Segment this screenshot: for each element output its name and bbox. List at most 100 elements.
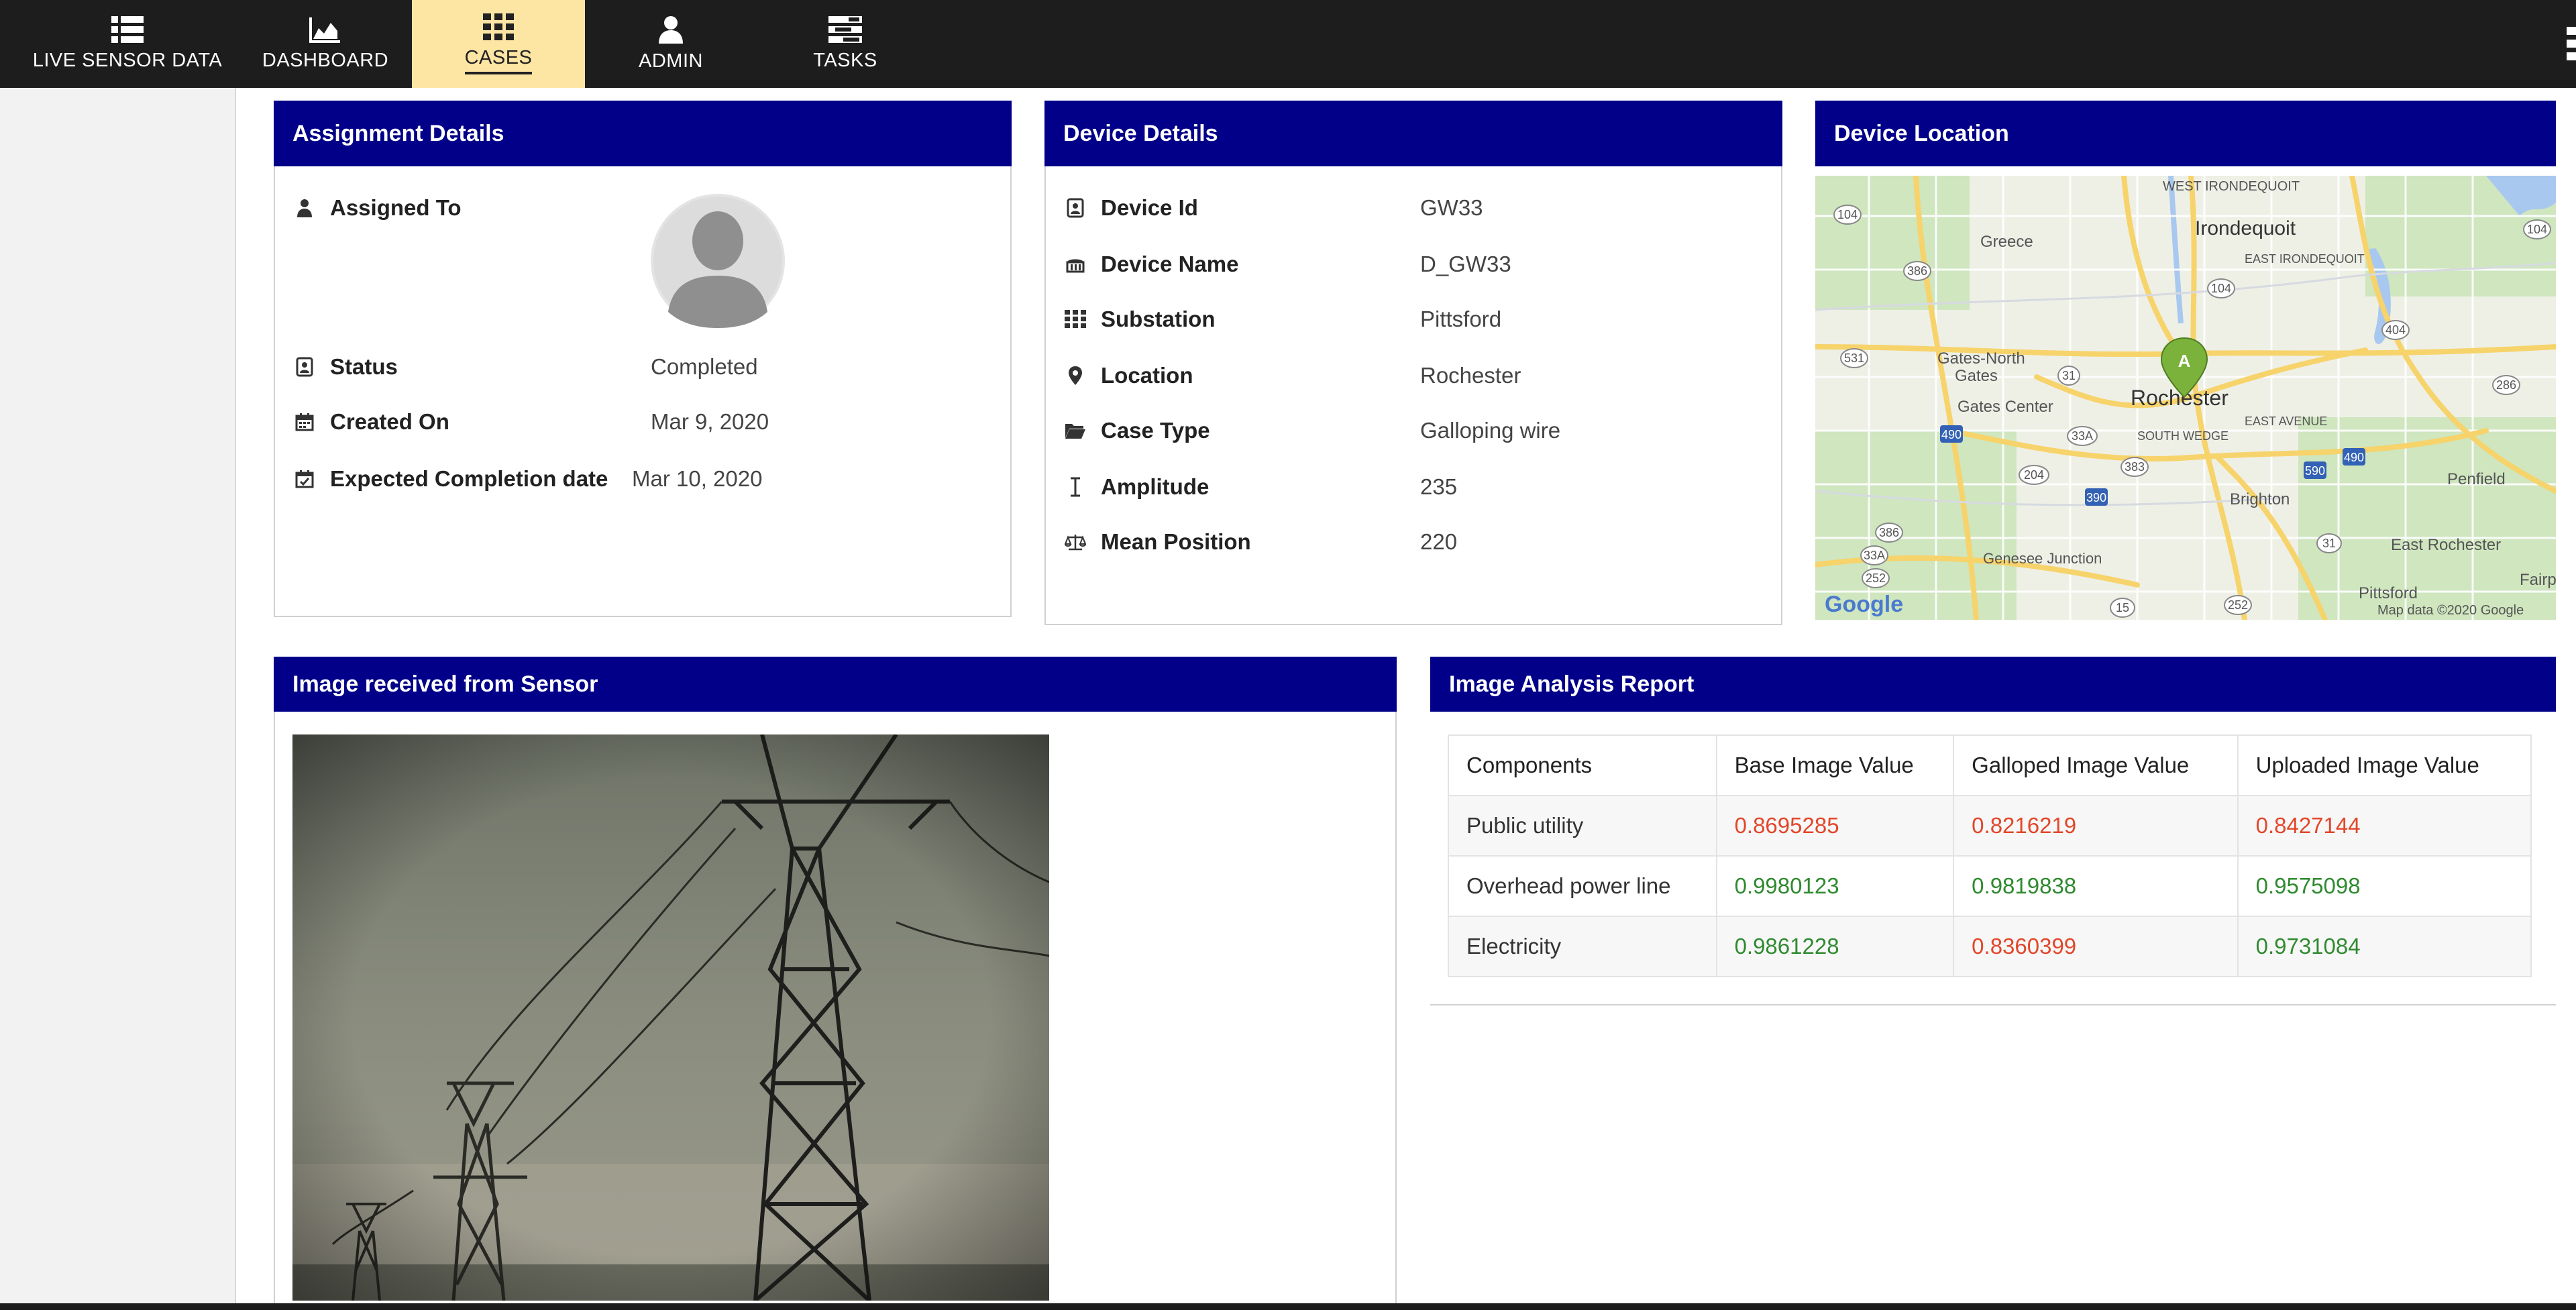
map-shield: 490 [2344, 451, 2364, 464]
calendar-icon [294, 411, 315, 433]
nav-cases[interactable]: CASES [412, 0, 585, 88]
nav-admin[interactable]: ADMIN [604, 0, 738, 88]
nav-live-sensor-data[interactable]: LIVE SENSOR DATA [27, 0, 228, 88]
substation-value: Pittsford [1420, 307, 1502, 331]
panel-title: Assignment Details [274, 101, 1012, 166]
map-attribution: Map data ©2020 Google [2377, 603, 2524, 618]
column-header: Galloped Image Value [1953, 734, 2239, 796]
area-chart-icon [309, 17, 340, 43]
table-row: Electricity 0.9861228 0.8360399 0.973108… [1448, 916, 2532, 977]
table-header-row: Components Base Image Value Galloped Ima… [1448, 734, 2532, 796]
map-label: WEST IRONDEQUOIT [2163, 179, 2300, 194]
map-shield: 386 [1879, 526, 1899, 539]
balance-icon [1065, 531, 1086, 553]
base-image-value: 0.8695285 [1715, 795, 1955, 857]
device-name-label: Device Name [1101, 252, 1239, 276]
panel-title: Image received from Sensor [274, 657, 1397, 712]
map-shield: 252 [1866, 571, 1886, 585]
map-label: Greece [1980, 233, 2033, 251]
map-shield: 33A [2072, 429, 2093, 443]
calendar-check-icon [294, 468, 315, 490]
galloped-image-value: 0.8360399 [1953, 916, 2239, 977]
created-on-value: Mar 9, 2020 [651, 409, 769, 434]
table-row: Public utility 0.8695285 0.8216219 0.842… [1448, 795, 2532, 857]
nav-label: LIVE SENSOR DATA [32, 50, 223, 71]
amplitude-icon [1065, 476, 1086, 498]
panel-title: Device Location [1815, 101, 2556, 166]
device-icon [1065, 254, 1086, 275]
map-shield: 204 [2024, 468, 2044, 482]
location-value: Rochester [1420, 363, 1521, 388]
map-label: East Rochester [2391, 536, 2501, 554]
amplitude-value: 235 [1420, 474, 1458, 499]
created-on-row: Created On Mar 9, 2020 [275, 402, 1010, 442]
case-type-label: Case Type [1101, 418, 1210, 443]
sensor-image-panel: Image received from Sensor [274, 657, 1397, 1310]
list-icon [111, 16, 144, 43]
google-logo: Google [1825, 592, 1903, 617]
map-shield: 15 [2116, 601, 2129, 614]
map-shield: 404 [2385, 323, 2406, 337]
location-label: Location [1101, 363, 1193, 388]
map-shield: 104 [2527, 223, 2547, 236]
nav-dashboard[interactable]: DASHBOARD [255, 0, 396, 88]
map-label: EAST IRONDEQUOIT [2245, 252, 2365, 266]
uploaded-image-value: 0.9731084 [2237, 916, 2532, 977]
substation-row: Substation Pittsford [1046, 299, 1781, 339]
folder-icon [1065, 420, 1086, 441]
component-name: Public utility [1448, 795, 1717, 857]
device-id-row: Device Id GW33 [1046, 188, 1781, 228]
map-shield: 104 [2211, 282, 2231, 295]
map-pin-icon [1065, 365, 1086, 386]
table-row: Overhead power line 0.9980123 0.9819838 … [1448, 855, 2532, 917]
map-shield: 31 [2322, 537, 2336, 550]
panel-title: Image Analysis Report [1430, 657, 2556, 712]
map-label: SOUTH WEDGE [2137, 429, 2229, 443]
map-shield: 104 [1837, 208, 1858, 221]
nav-tasks[interactable]: TASKS [778, 0, 912, 88]
map-shield: 33A [1864, 549, 1885, 562]
grid-icon [483, 13, 514, 40]
map-shield: 31 [2062, 369, 2076, 382]
device-location-panel: Device Location [1815, 101, 2556, 166]
left-sidebar [0, 88, 236, 1310]
device-location-map[interactable]: 104 104 386 104 404 531 31 286 490 33A 5… [1815, 176, 2556, 620]
galloped-image-value: 0.8216219 [1953, 795, 2239, 857]
nav-label: ADMIN [639, 50, 703, 72]
map-label: Irondequoit [2195, 217, 2296, 239]
uploaded-image-value: 0.9575098 [2237, 855, 2532, 917]
sensor-image [292, 734, 1049, 1301]
more-menu-icon[interactable] [2561, 27, 2576, 60]
status-label: Status [330, 354, 398, 379]
grid-icon [1065, 309, 1086, 330]
assigned-to-label: Assigned To [330, 195, 462, 220]
nav-label: TASKS [813, 50, 877, 71]
device-name-value: D_GW33 [1420, 252, 1511, 276]
component-name: Electricity [1448, 916, 1717, 977]
column-header: Components [1448, 734, 1717, 796]
map-shield: 383 [2125, 460, 2145, 474]
created-on-label: Created On [330, 409, 449, 434]
mean-position-value: 220 [1420, 529, 1458, 554]
expected-completion-value: Mar 10, 2020 [632, 466, 763, 491]
component-name: Overhead power line [1448, 855, 1717, 917]
analysis-table: Components Base Image Value Galloped Ima… [1448, 734, 2532, 977]
column-header: Base Image Value [1715, 734, 1955, 796]
avatar [651, 194, 785, 328]
map-shield: 390 [2086, 491, 2106, 504]
amplitude-label: Amplitude [1101, 474, 1210, 499]
top-nav: LIVE SENSOR DATA DASHBOARD CASES ADMIN T… [0, 0, 2576, 88]
expected-completion-row: Expected Completion date Mar 10, 2020 [275, 459, 1010, 499]
marker-label: A [2178, 351, 2191, 371]
device-id-label: Device Id [1101, 195, 1198, 220]
status-value: Completed [651, 354, 758, 379]
device-details-panel: Device Details Device Id GW33 Device Nam… [1044, 101, 1782, 625]
map-label: Brighton [2230, 490, 2290, 508]
map-shield: 286 [2496, 378, 2516, 392]
map-label: Genesee Junction [1983, 550, 2102, 567]
mean-position-row: Mean Position 220 [1046, 522, 1781, 562]
substation-label: Substation [1101, 307, 1216, 331]
base-image-value: 0.9861228 [1715, 916, 1955, 977]
device-id-value: GW33 [1420, 195, 1483, 220]
tasks-icon [828, 16, 862, 43]
